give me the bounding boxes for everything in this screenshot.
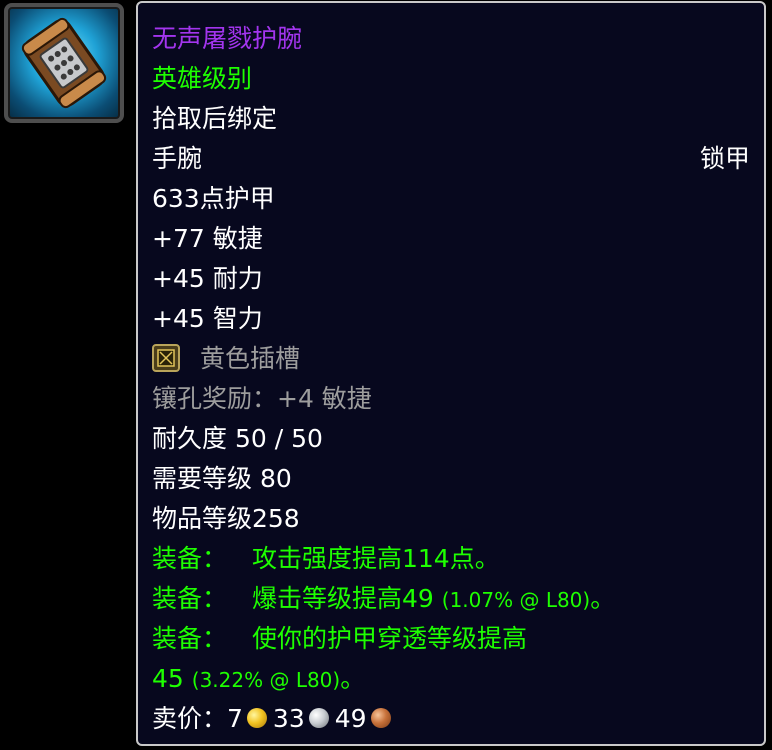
equip-label: 装备： (152, 544, 228, 573)
armor-type-text: 锁甲 (699, 144, 750, 173)
sell-price-row: 卖价：7 33 49 (152, 699, 750, 739)
equip-effect-continued: 45 (3.22% @ L80)。 (152, 659, 750, 699)
silver-coin-icon (308, 708, 329, 728)
stat-intellect: +45 智力 (152, 304, 263, 333)
bracer-icon[interactable] (4, 3, 124, 123)
copper-coin-icon (370, 708, 391, 728)
equip-text: 攻击强度提高114点。 (252, 544, 500, 573)
equip-text-continued: 45 (152, 664, 184, 693)
gold-amount: 7 (227, 704, 243, 733)
equip-text: 使你的护甲穿透等级提高 (252, 624, 528, 653)
slot-text: 手腕 (152, 144, 203, 173)
silver-amount: 33 (272, 704, 305, 733)
sell-price-label: 卖价： (152, 704, 228, 733)
item-quality: 英雄级别 (152, 64, 253, 93)
equip-label: 装备： (152, 624, 228, 653)
item-name: 无声屠戮护腕 (152, 24, 303, 53)
equip-suffix: 。 (590, 584, 616, 613)
yellow-socket-icon (152, 344, 180, 372)
socket-bonus: 镶孔奖励：+4 敏捷 (152, 384, 372, 413)
durability: 耐久度 50 / 50 (152, 424, 323, 453)
equip-suffix: 。 (340, 664, 366, 693)
equip-text: 爆击等级提高49 (252, 584, 434, 613)
stat-agility: +77 敏捷 (152, 224, 263, 253)
item-tooltip: 无声屠戮护腕 英雄级别 拾取后绑定 手腕 锁甲 633点护甲 +77 敏捷 +4… (136, 1, 766, 746)
socket-text: 黄色插槽 (200, 344, 301, 373)
armor-value: 633点护甲 (152, 184, 275, 213)
equip-label: 装备： (152, 584, 228, 613)
copper-amount: 49 (334, 704, 367, 733)
item-level: 物品等级258 (152, 504, 300, 533)
equip-effect: 装备： 爆击等级提高49 (1.07% @ L80)。 (152, 579, 750, 619)
slot-row: 手腕 锁甲 (152, 139, 750, 179)
required-level: 需要等级 80 (152, 464, 292, 493)
binding-text: 拾取后绑定 (152, 104, 278, 133)
stat-stamina: +45 耐力 (152, 264, 263, 293)
gold-coin-icon (246, 708, 267, 728)
socket-row: 黄色插槽 (152, 339, 750, 379)
equip-detail: (3.22% @ L80) (191, 668, 341, 692)
equip-detail: (1.07% @ L80) (441, 588, 591, 612)
equip-effect: 装备： 使你的护甲穿透等级提高 (152, 619, 750, 659)
equip-effect: 装备： 攻击强度提高114点。 (152, 539, 750, 579)
